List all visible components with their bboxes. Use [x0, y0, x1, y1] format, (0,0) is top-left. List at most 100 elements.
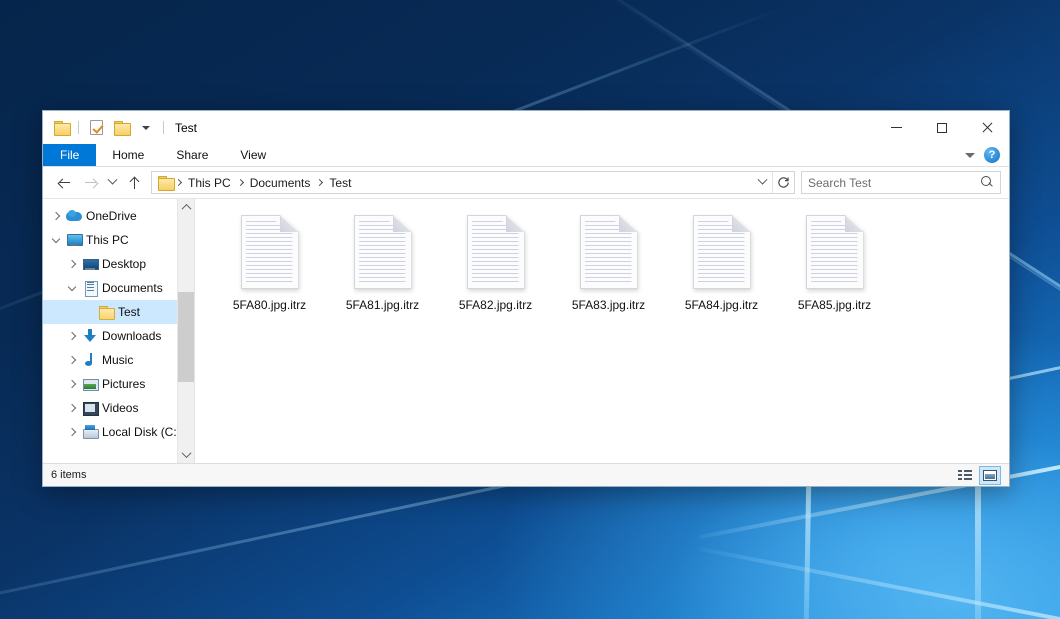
customize-dropdown-icon [142, 126, 150, 130]
file-name-label: 5FA80.jpg.itrz [233, 298, 306, 312]
sidebar-item-label: Videos [102, 401, 138, 415]
recent-locations-button[interactable] [103, 171, 121, 195]
window-body: OneDrive This PC Desktop Documents Test Downl… [43, 198, 1009, 463]
chevron-down-icon[interactable] [965, 153, 975, 158]
sidebar-item-label: Music [102, 353, 133, 367]
music-icon [82, 352, 98, 368]
breadcrumb-this-pc[interactable]: This PC [182, 172, 237, 193]
file-item[interactable]: 5FA82.jpg.itrz [439, 211, 552, 327]
search-icon[interactable] [981, 176, 994, 189]
details-view-icon [958, 470, 972, 481]
ribbon-tab-bar: File Home Share View ? [43, 144, 1009, 167]
file-list-pane[interactable]: 5FA80.jpg.itrz 5FA81.jpg.itrz5FA82.jpg.it… [195, 199, 1009, 463]
folder-icon [54, 121, 69, 134]
chevron-right-icon[interactable] [65, 258, 78, 271]
sidebar-item-downloads[interactable]: Downloads [43, 324, 194, 348]
refresh-icon [777, 176, 790, 189]
tab-file[interactable]: File [43, 144, 96, 166]
minimize-button[interactable] [874, 111, 919, 144]
chevron-right-icon[interactable] [65, 402, 78, 415]
file-item[interactable]: 5FA84.jpg.itrz [665, 211, 778, 327]
qat-customize-button[interactable] [136, 118, 156, 138]
qat-folder-button[interactable] [51, 118, 71, 138]
navigation-tree: OneDrive This PC Desktop Documents Test Downl… [43, 199, 194, 463]
qat-new-folder-button[interactable] [111, 118, 131, 138]
sidebar-item-label: Local Disk (C:) [102, 425, 181, 439]
refresh-button[interactable] [772, 172, 794, 193]
close-button[interactable] [964, 111, 1009, 144]
address-dropdown-button[interactable] [752, 172, 772, 193]
ribbon-right-controls: ? [965, 144, 1009, 166]
back-button[interactable] [51, 171, 77, 195]
chevron-down-icon[interactable] [65, 282, 78, 295]
search-input[interactable]: Search Test [808, 176, 981, 190]
large-icons-view-icon [983, 470, 997, 481]
generic-file-icon [693, 215, 751, 289]
sidebar-item-local-disk-c[interactable]: Local Disk (C:) [43, 420, 194, 444]
qat-properties-button[interactable] [86, 118, 106, 138]
scrollbar-thumb[interactable] [178, 292, 194, 382]
generic-file-icon [354, 215, 412, 289]
sidebar-item-label: Desktop [102, 257, 146, 271]
chevron-right-icon[interactable] [49, 210, 62, 223]
scroll-up-button[interactable] [178, 199, 194, 216]
address-bar[interactable]: This PC Documents Test [151, 171, 795, 194]
tab-view[interactable]: View [224, 144, 282, 166]
large-icons-view-button[interactable] [979, 466, 1001, 485]
tab-home[interactable]: Home [96, 144, 160, 166]
generic-file-icon [241, 215, 299, 289]
chevron-down-icon [107, 175, 117, 185]
sidebar-item-label: Pictures [102, 377, 145, 391]
breadcrumb-separator-icon [316, 179, 323, 186]
vid-icon [82, 400, 98, 416]
tab-share[interactable]: Share [160, 144, 224, 166]
scroll-down-button[interactable] [178, 446, 194, 463]
breadcrumb-test[interactable]: Test [323, 172, 357, 193]
sidebar-item-label: This PC [86, 233, 129, 247]
sidebar-item-videos[interactable]: Videos [43, 396, 194, 420]
file-explorer-window: Test File Home Share View ? [42, 110, 1010, 487]
arrow-up-icon [128, 176, 141, 190]
sidebar-item-desktop[interactable]: Desktop [43, 252, 194, 276]
new-folder-icon [114, 121, 129, 134]
sidebar-item-onedrive[interactable]: OneDrive [43, 204, 194, 228]
file-item[interactable]: 5FA80.jpg.itrz [213, 211, 326, 327]
maximize-button[interactable] [919, 111, 964, 144]
help-icon[interactable]: ? [984, 147, 1000, 163]
file-item[interactable]: 5FA85.jpg.itrz [778, 211, 891, 327]
chevron-right-icon[interactable] [65, 354, 78, 367]
quick-access-toolbar [51, 118, 166, 138]
sidebar-item-documents[interactable]: Documents [43, 276, 194, 300]
breadcrumb: This PC Documents Test [182, 172, 357, 193]
search-box[interactable]: Search Test [801, 171, 1001, 194]
breadcrumb-documents[interactable]: Documents [244, 172, 317, 193]
chevron-down-icon[interactable] [49, 234, 62, 247]
chevron-right-icon[interactable] [65, 378, 78, 391]
sidebar-item-label: Documents [102, 281, 163, 295]
breadcrumb-separator-icon [237, 179, 244, 186]
chevron-down-icon [757, 175, 767, 185]
up-button[interactable] [121, 171, 147, 195]
file-item[interactable]: 5FA81.jpg.itrz [326, 211, 439, 327]
arrow-left-icon [58, 176, 71, 189]
window-controls [874, 111, 1009, 144]
pic-icon [82, 376, 98, 392]
generic-file-icon [580, 215, 638, 289]
details-view-button[interactable] [954, 466, 976, 485]
sidebar-item-pictures[interactable]: Pictures [43, 372, 194, 396]
minimize-icon [891, 127, 902, 128]
navigation-scrollbar[interactable] [177, 199, 194, 463]
sidebar-item-label: Downloads [102, 329, 161, 343]
chevron-right-icon[interactable] [65, 426, 78, 439]
chevron-right-icon[interactable] [65, 330, 78, 343]
chevron-up-icon [181, 204, 191, 214]
sidebar-item-this-pc[interactable]: This PC [43, 228, 194, 252]
disk-icon [82, 424, 98, 440]
scrollbar-track[interactable] [178, 216, 194, 446]
file-item[interactable]: 5FA83.jpg.itrz [552, 211, 665, 327]
window-title: Test [175, 121, 197, 135]
navigation-pane: OneDrive This PC Desktop Documents Test Downl… [43, 199, 195, 463]
sidebar-item-test[interactable]: Test [43, 300, 194, 324]
sidebar-item-music[interactable]: Music [43, 348, 194, 372]
sidebar-item-label: Test [118, 305, 140, 319]
